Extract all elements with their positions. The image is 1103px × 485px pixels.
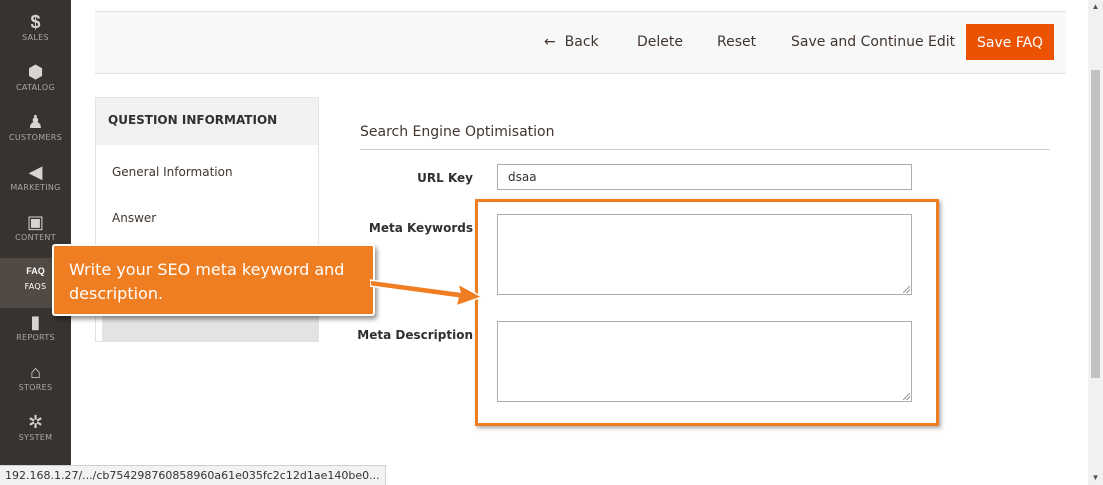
url-key-label: URL Key bbox=[417, 171, 473, 185]
url-key-input[interactable]: dsaa bbox=[497, 164, 912, 190]
meta-keywords-label: Meta Keywords bbox=[368, 221, 473, 235]
section-title: Search Engine Optimisation bbox=[360, 124, 555, 140]
nav-reports[interactable]: ▮ REPORTS bbox=[0, 311, 71, 359]
nav-customers-label: CUSTOMERS bbox=[9, 133, 62, 142]
tutorial-callout: Write your SEO meta keyword and descript… bbox=[52, 244, 375, 316]
tab-general-information[interactable]: General Information bbox=[112, 165, 233, 179]
save-faq-button[interactable]: Save FAQ bbox=[966, 24, 1054, 60]
box-icon: ⬢ bbox=[27, 62, 44, 82]
save-and-continue-button[interactable]: Save and Continue Edit bbox=[791, 34, 955, 50]
nav-system[interactable]: ✲ SYSTEM bbox=[0, 411, 71, 459]
megaphone-icon: ◀ bbox=[28, 162, 43, 182]
nav-marketing[interactable]: ◀ MARKETING bbox=[0, 161, 71, 209]
callout-arrow-icon bbox=[370, 279, 484, 308]
nav-stores-label: STORES bbox=[18, 383, 53, 392]
storefront-icon: ⌂ bbox=[30, 362, 41, 382]
meta-description-label: Meta Description bbox=[357, 328, 473, 342]
gear-icon: ✲ bbox=[27, 412, 44, 432]
page-scrollbar[interactable]: ▲ ▼ bbox=[1088, 0, 1103, 485]
nav-catalog-label: CATALOG bbox=[16, 83, 55, 92]
admin-sidebar: $ SALES ⬢ CATALOG ♟ CUSTOMERS ◀ MARKETIN… bbox=[0, 0, 71, 485]
nav-system-label: SYSTEM bbox=[18, 433, 53, 442]
nav-sales[interactable]: $ SALES bbox=[0, 11, 71, 59]
tab-seo-active[interactable] bbox=[102, 315, 318, 341]
nav-sales-label: SALES bbox=[22, 33, 49, 42]
nav-content-label: CONTENT bbox=[15, 233, 56, 242]
back-button[interactable]: ← Back bbox=[544, 34, 599, 50]
nav-catalog[interactable]: ⬢ CATALOG bbox=[0, 61, 71, 109]
person-icon: ♟ bbox=[27, 112, 44, 132]
nav-customers[interactable]: ♟ CUSTOMERS bbox=[0, 111, 71, 159]
dollar-icon: $ bbox=[30, 12, 41, 32]
scroll-thumb[interactable] bbox=[1091, 70, 1100, 378]
tab-answer[interactable]: Answer bbox=[112, 211, 156, 225]
nav-stores[interactable]: ⌂ STORES bbox=[0, 361, 71, 409]
callout-text: Write your SEO meta keyword and descript… bbox=[69, 260, 345, 303]
delete-button[interactable]: Delete bbox=[637, 34, 683, 50]
page-actions-bar: ← Back Delete Reset Save and Continue Ed… bbox=[95, 11, 1066, 74]
highlight-box bbox=[475, 199, 939, 426]
nav-marketing-label: MARKETING bbox=[10, 183, 61, 192]
layout-icon: ▣ bbox=[26, 212, 44, 232]
browser-status-url: 192.168.1.27/.../cb754298760858960a61e03… bbox=[0, 465, 386, 485]
section-divider bbox=[360, 149, 1050, 150]
arrow-left-icon: ← bbox=[544, 34, 556, 50]
tabs-title: QUESTION INFORMATION bbox=[108, 113, 278, 127]
nav-reports-label: REPORTS bbox=[16, 333, 55, 342]
back-button-label: Back bbox=[564, 34, 599, 50]
scroll-down-arrow-icon[interactable]: ▼ bbox=[1088, 471, 1103, 485]
reset-button[interactable]: Reset bbox=[717, 34, 756, 50]
scroll-up-arrow-icon[interactable]: ▲ bbox=[1088, 0, 1103, 14]
